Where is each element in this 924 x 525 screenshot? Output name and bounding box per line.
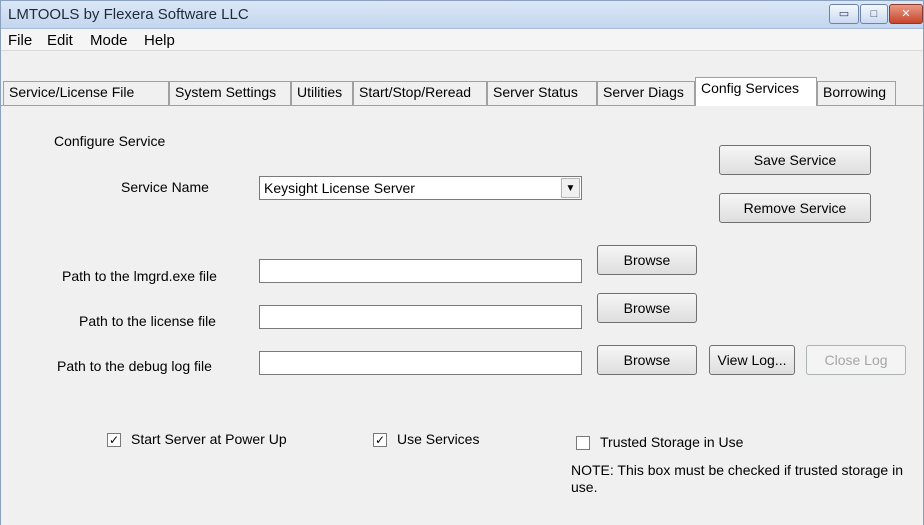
debug-log-path-label: Path to the debug log file [57, 358, 212, 374]
tab-system-settings[interactable]: System Settings [169, 81, 291, 105]
minimize-button[interactable]: ▭ [829, 4, 859, 24]
maximize-icon: □ [870, 8, 878, 20]
menu-bar: File Edit Mode Help [1, 29, 923, 51]
close-icon: ✕ [901, 8, 911, 20]
license-path-input[interactable] [259, 305, 582, 329]
menu-file[interactable]: File [8, 32, 32, 49]
tab-strip: Service/License File System Settings Uti… [1, 51, 923, 107]
service-name-dropdown[interactable]: Keysight License Server ▼ [259, 176, 582, 200]
trusted-storage-note: NOTE: This box must be checked if truste… [571, 462, 904, 495]
browse-debug-log-button[interactable]: Browse [597, 345, 697, 375]
lmgrd-path-label: Path to the lmgrd.exe file [62, 268, 217, 284]
title-bar[interactable]: LMTOOLS by Flexera Software LLC ▭ □ ✕ [1, 1, 923, 29]
menu-mode[interactable]: Mode [90, 32, 128, 49]
tab-utilities[interactable]: Utilities [291, 81, 353, 105]
debug-log-path-input[interactable] [259, 351, 582, 375]
browse-lmgrd-button[interactable]: Browse [597, 245, 697, 275]
remove-service-button[interactable]: Remove Service [719, 193, 871, 223]
menu-help[interactable]: Help [144, 32, 175, 49]
configure-service-heading: Configure Service [54, 133, 166, 149]
close-log-button: Close Log [806, 345, 906, 375]
tab-borrowing[interactable]: Borrowing [817, 81, 896, 105]
close-button[interactable]: ✕ [889, 4, 923, 24]
minimize-icon: ▭ [838, 8, 850, 20]
use-services-checkbox[interactable]: ✓ [373, 433, 387, 447]
lmgrd-path-input[interactable] [259, 259, 582, 283]
tab-config-services[interactable]: Config Services [695, 77, 817, 106]
trusted-storage-label[interactable]: Trusted Storage in Use [600, 434, 743, 450]
tab-service-license-file[interactable]: Service/License File [3, 81, 169, 105]
tab-server-diags[interactable]: Server Diags [597, 81, 695, 105]
browse-license-button[interactable]: Browse [597, 293, 697, 323]
use-services-checkmark-icon: ✓ [374, 433, 386, 447]
start-at-power-up-label[interactable]: Start Server at Power Up [131, 431, 287, 447]
use-services-label[interactable]: Use Services [397, 431, 479, 447]
start-at-power-up-checkbox[interactable]: ✓ [107, 433, 121, 447]
maximize-button[interactable]: □ [860, 4, 888, 24]
service-name-value: Keysight License Server [264, 180, 415, 196]
menu-edit[interactable]: Edit [47, 32, 73, 49]
view-log-button[interactable]: View Log... [709, 345, 795, 375]
lmtools-window: LMTOOLS by Flexera Software LLC ▭ □ ✕ Fi… [0, 0, 924, 525]
dropdown-arrow-icon[interactable]: ▼ [561, 178, 580, 198]
tab-start-stop-reread[interactable]: Start/Stop/Reread [353, 81, 487, 105]
window-title: LMTOOLS by Flexera Software LLC [8, 6, 249, 23]
save-service-button[interactable]: Save Service [719, 145, 871, 175]
config-services-panel: Configure Service Service Name Keysight … [1, 105, 923, 525]
tab-server-status[interactable]: Server Status [487, 81, 597, 105]
trusted-storage-checkbox[interactable] [576, 436, 590, 450]
license-path-label: Path to the license file [79, 313, 216, 329]
start-at-power-up-checkmark-icon: ✓ [108, 433, 120, 447]
service-name-label: Service Name [121, 179, 209, 195]
